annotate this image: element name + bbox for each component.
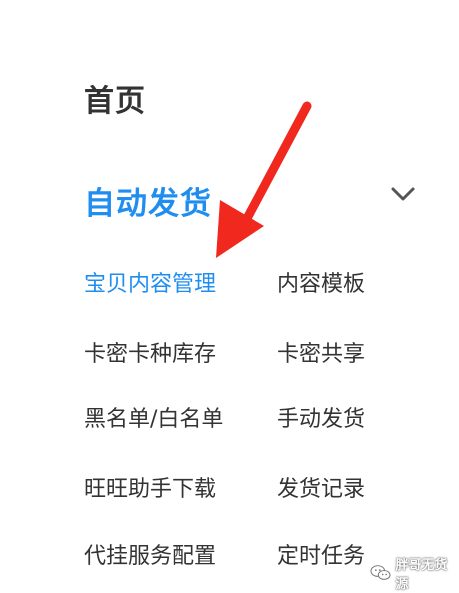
menu-item-card-inventory[interactable]: 卡密卡种库存 [84,336,216,368]
menu-item-home[interactable]: 首页 [84,76,146,120]
chevron-down-icon[interactable] [390,184,416,204]
menu-item-hosting-config[interactable]: 代挂服务配置 [84,538,216,570]
section-header-auto-delivery[interactable]: 自动发货 [84,176,424,222]
menu-item-manual-delivery[interactable]: 手动发货 [277,401,365,433]
menu-item-card-sharing[interactable]: 卡密共享 [277,336,365,368]
section-title: 自动发货 [84,186,212,222]
menu-item-scheduled-tasks[interactable]: 定时任务 [277,538,365,570]
menu-item-wangwang-download[interactable]: 旺旺助手下载 [84,471,216,503]
wechat-icon [370,565,391,580]
menu-item-blacklist-whitelist[interactable]: 黑名单/白名单 [84,401,223,433]
menu-item-product-content[interactable]: 宝贝内容管理 [84,266,216,298]
red-arrow-icon [216,101,312,258]
watermark-text: 胖哥无货源 [395,558,448,592]
menu-item-content-template[interactable]: 内容模板 [277,266,365,298]
watermark: 胖哥无货源 [370,558,459,592]
sidebar-menu: 首页 自动发货 宝贝内容管理 内容模板 卡密卡种库存 卡密共享 黑名单/白名单 … [0,0,459,593]
menu-item-delivery-records[interactable]: 发货记录 [277,471,365,503]
